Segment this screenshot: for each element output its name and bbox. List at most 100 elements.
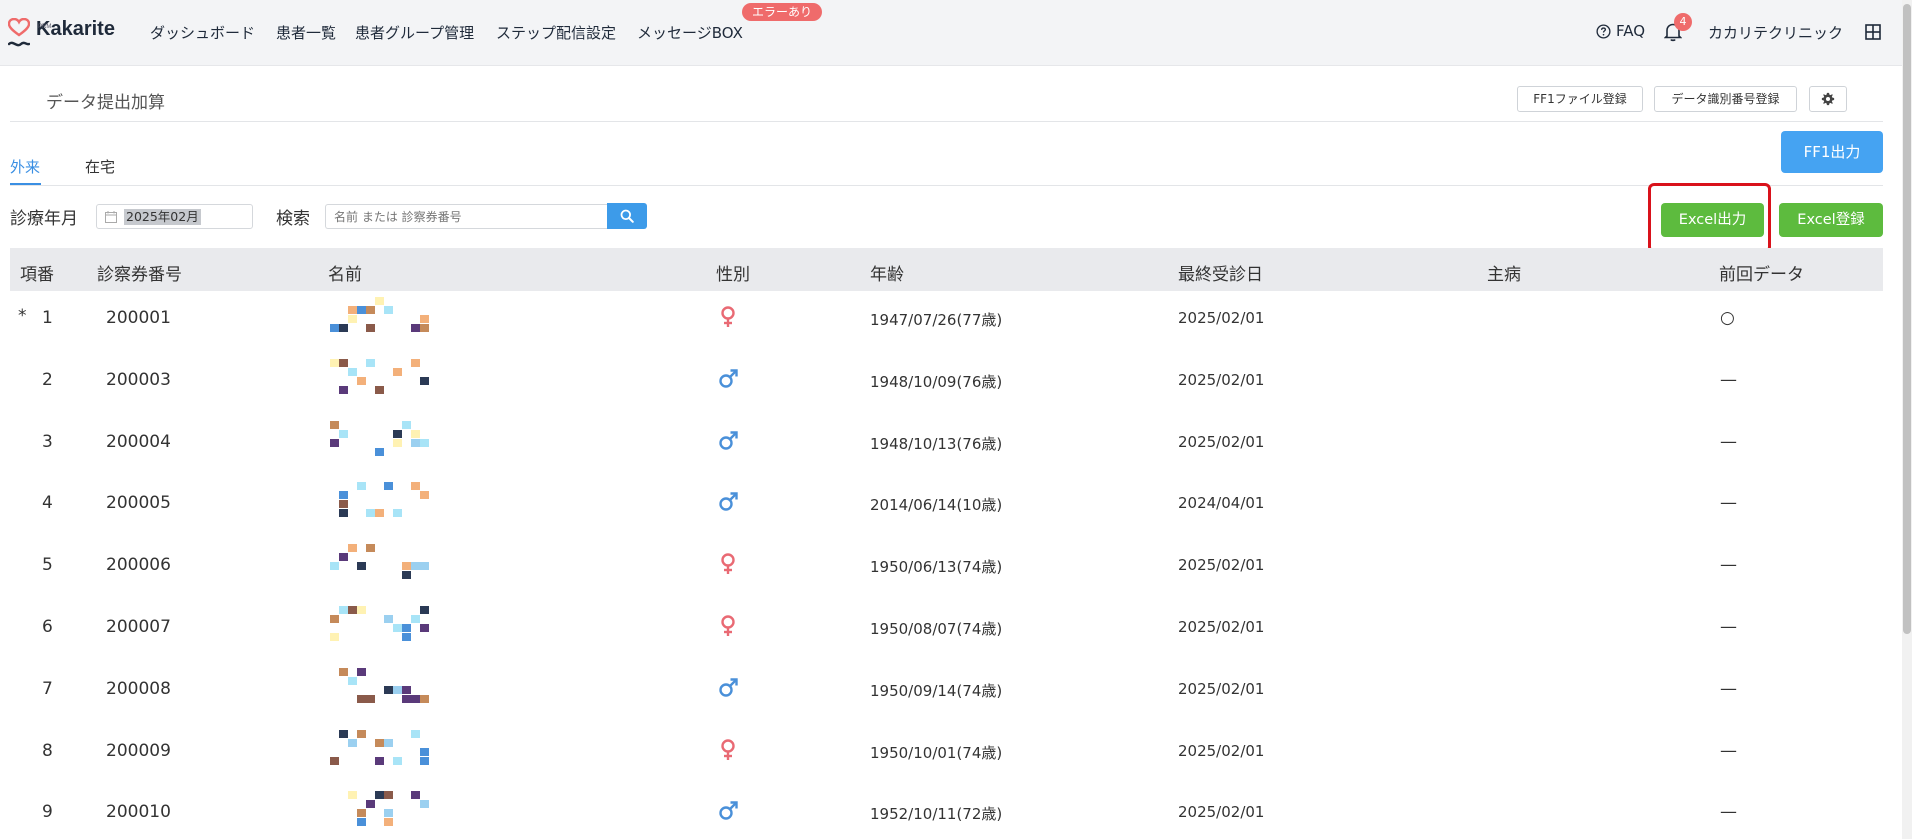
- search-icon: [620, 209, 634, 223]
- patient-name-redacted[interactable]: [330, 729, 440, 774]
- card-number: 200007: [106, 617, 171, 637]
- row-number: 5: [42, 555, 53, 576]
- previous-data-mark: —: [1720, 678, 1737, 699]
- col-header-no: 項番: [20, 265, 54, 285]
- notification-count-badge: 4: [1674, 13, 1692, 31]
- logo-subtext: PRM: [38, 24, 52, 30]
- table-row[interactable]: 6 200007 1950/08/07(74歳) 2025/02/01 —: [10, 600, 1883, 661]
- last-visit-date: 2025/02/01: [1178, 679, 1265, 698]
- nav-message-box[interactable]: メッセージBOX: [637, 22, 743, 43]
- table-row[interactable]: 4 200005 2014/06/14(10歳) 2024/04/01 —: [10, 476, 1883, 537]
- previous-data-mark: —: [1720, 802, 1737, 823]
- card-number: 200003: [106, 369, 171, 390]
- patient-name-redacted[interactable]: [330, 358, 440, 403]
- app-logo[interactable]: Kakarite: [7, 17, 115, 52]
- patient-name-redacted[interactable]: [330, 297, 440, 341]
- female-icon: [718, 738, 742, 762]
- last-visit-date: 2025/02/01: [1178, 370, 1265, 389]
- row-number: 7: [42, 678, 53, 699]
- clinic-name[interactable]: カカリテクリニック: [1708, 22, 1843, 43]
- patient-name-redacted[interactable]: [330, 482, 440, 526]
- male-icon: [718, 367, 742, 391]
- ff1-output-button[interactable]: FF1出力: [1781, 131, 1883, 173]
- row-number: 2: [42, 369, 53, 390]
- table-row[interactable]: * 1 200001 1947/07/26(77歳) 2025/02/01 ○: [10, 291, 1883, 352]
- row-number: 8: [42, 740, 53, 761]
- birth-date-age: 1950/08/07(74歳): [870, 620, 1003, 638]
- calendar-icon: [105, 211, 117, 223]
- table-row[interactable]: 2 200003 1948/10/09(76歳) 2025/02/01 —: [10, 353, 1883, 414]
- last-visit-date: 2025/02/01: [1178, 309, 1265, 327]
- previous-data-mark: —: [1720, 369, 1737, 390]
- birth-date-age: 1952/10/11(72歳): [870, 805, 1003, 824]
- scrollbar-thumb[interactable]: [1903, 4, 1911, 634]
- last-visit-date: 2025/02/01: [1178, 432, 1265, 451]
- card-number: 200008: [106, 678, 171, 699]
- card-number: 200005: [106, 493, 171, 514]
- row-number: 1: [42, 308, 53, 328]
- search-input[interactable]: [325, 204, 607, 229]
- table-row[interactable]: 9 200010 1952/10/11(72歳) 2025/02/01 —: [10, 785, 1883, 839]
- card-number: 200010: [106, 802, 171, 823]
- row-mark: *: [18, 306, 27, 326]
- nav-patient-list[interactable]: 患者一覧: [276, 22, 336, 43]
- nav-dashboard[interactable]: ダッシュボード: [150, 22, 255, 43]
- female-icon: [718, 614, 742, 638]
- row-number: 9: [42, 802, 53, 823]
- male-icon: [718, 676, 742, 700]
- faq-label: FAQ: [1616, 22, 1646, 40]
- tab-home-care[interactable]: 在宅: [85, 156, 115, 177]
- birth-date-age: 2014/06/14(10歳): [870, 496, 1003, 515]
- table-header: 項番 診察券番号 名前 性別 年齢 最終受診日 主病 前回データ: [10, 248, 1883, 291]
- top-navigation: Kakarite PRM ダッシュボード 患者一覧 患者グループ管理 ステップ配…: [0, 0, 1912, 66]
- month-picker[interactable]: 2025年02月: [96, 204, 253, 229]
- gear-icon: [1821, 92, 1835, 106]
- highlight-box: [1648, 183, 1771, 253]
- grid-menu-icon[interactable]: [1865, 24, 1881, 40]
- last-visit-date: 2025/02/01: [1178, 618, 1265, 636]
- settings-button[interactable]: [1809, 86, 1847, 112]
- previous-data-mark: —: [1720, 740, 1737, 761]
- previous-data-mark: —: [1720, 493, 1737, 514]
- table-row[interactable]: 8 200009 1950/10/01(74歳) 2025/02/01 —: [10, 724, 1883, 785]
- previous-data-mark: —: [1720, 431, 1737, 452]
- row-number: 4: [42, 493, 53, 514]
- table-row[interactable]: 5 200006 1950/06/13(74歳) 2025/02/01 —: [10, 538, 1883, 599]
- nav-patient-groups[interactable]: 患者グループ管理: [355, 22, 474, 43]
- data-id-register-button[interactable]: データ識別番号登録: [1654, 86, 1797, 112]
- tabs-divider: [10, 185, 1883, 186]
- faq-link[interactable]: FAQ: [1596, 22, 1645, 40]
- heart-logo-icon: [7, 17, 31, 52]
- nav-step-delivery[interactable]: ステップ配信設定: [496, 22, 616, 43]
- male-icon: [718, 429, 742, 453]
- col-header-name: 名前: [328, 265, 362, 285]
- col-header-gender: 性別: [716, 265, 750, 285]
- tab-outpatient[interactable]: 外来: [10, 156, 40, 177]
- birth-date-age: 1950/06/13(74歳): [870, 558, 1003, 577]
- help-circle-icon: [1596, 23, 1611, 39]
- table-row[interactable]: 3 200004 1948/10/13(76歳) 2025/02/01 —: [10, 415, 1883, 476]
- female-icon: [718, 305, 742, 329]
- previous-data-mark: —: [1720, 555, 1737, 576]
- excel-register-button[interactable]: Excel登録: [1779, 203, 1883, 237]
- row-number: 6: [42, 617, 53, 637]
- patient-name-redacted[interactable]: [330, 606, 440, 650]
- patient-name-redacted[interactable]: [330, 544, 440, 588]
- patient-name-redacted[interactable]: [330, 667, 440, 712]
- card-number: 200006: [106, 555, 171, 576]
- card-number: 200004: [106, 431, 171, 452]
- ff1-file-register-button[interactable]: FF1ファイル登録: [1517, 86, 1643, 112]
- patient-name-redacted[interactable]: [330, 791, 440, 835]
- patient-name-redacted[interactable]: [330, 420, 440, 465]
- table-row[interactable]: 7 200008 1950/09/14(74歳) 2025/02/01 —: [10, 662, 1883, 723]
- header-divider: [10, 121, 1883, 122]
- col-header-card-number: 診察券番号: [97, 265, 182, 285]
- last-visit-date: 2024/04/01: [1178, 494, 1265, 513]
- month-label: 診療年月: [10, 209, 78, 229]
- birth-date-age: 1948/10/13(76歳): [870, 434, 1003, 453]
- search-button[interactable]: [607, 203, 647, 229]
- error-badge: エラーあり: [742, 3, 823, 21]
- col-header-age: 年齢: [870, 265, 904, 285]
- birth-date-age: 1950/09/14(74歳): [870, 681, 1003, 700]
- last-visit-date: 2025/02/01: [1178, 803, 1265, 822]
